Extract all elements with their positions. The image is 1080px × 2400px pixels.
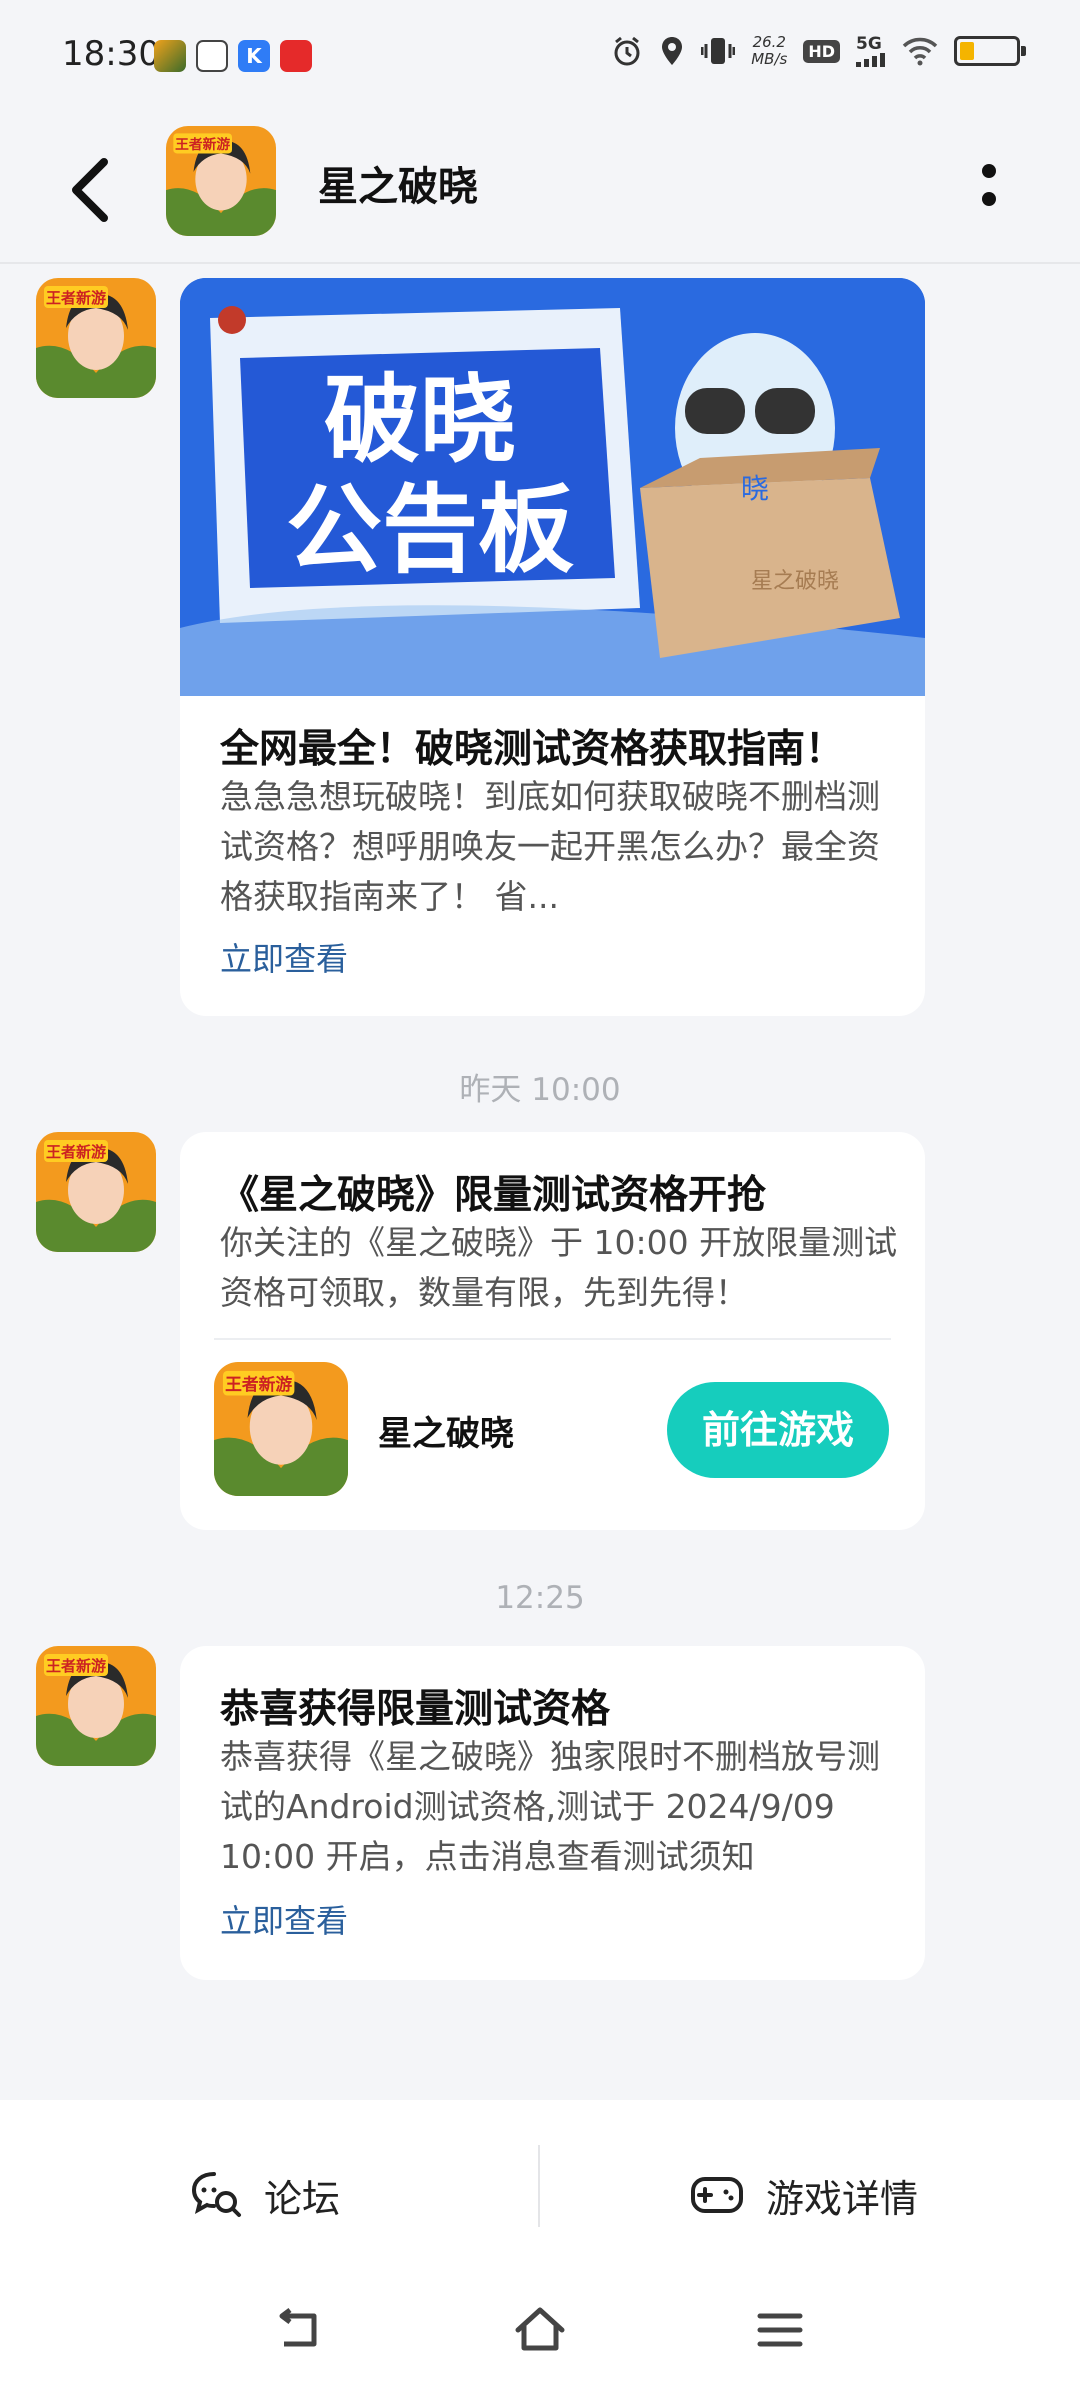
nav-home-button[interactable] <box>512 2302 568 2358</box>
view-now-link[interactable]: 立即查看 <box>220 1896 348 1942</box>
svg-text:破晓: 破晓 <box>324 364 516 476</box>
announcement-banner: 破晓 公告板 晓 星之破晓 <box>180 278 925 696</box>
vibrate-icon <box>701 38 736 64</box>
dot <box>982 164 996 178</box>
forum-label: 论坛 <box>264 2176 341 2221</box>
message-body: 恭喜获得《星之破晓》独家限时不删档放号测试的Android测试资格,测试于 20… <box>220 1737 880 1876</box>
hd-badge: HD <box>803 39 840 63</box>
game-avatar[interactable]: 王者新游 <box>166 126 276 236</box>
congrats-card[interactable]: 恭喜获得限量测试资格 恭喜获得《星之破晓》独家限时不删档放号测试的Android… <box>180 1646 925 1980</box>
alarm-icon <box>614 36 640 66</box>
game-name: 星之破晓 <box>378 1414 514 1454</box>
home-icon <box>515 2307 565 2351</box>
game-icon[interactable]: 王者新游 <box>214 1362 348 1496</box>
message-timestamp: 12:25 <box>495 1580 585 1616</box>
forum-icon <box>191 2172 241 2217</box>
page-title: 星之破晓 <box>318 164 478 210</box>
svg-text:星之破晓: 星之破晓 <box>751 569 839 594</box>
dot <box>982 192 996 206</box>
game-details-button[interactable]: 游戏详情 <box>690 2160 918 2230</box>
signal-bars-icon <box>856 53 885 67</box>
nav-menu-button[interactable] <box>752 2302 808 2358</box>
message-title: 《星之破晓》限量测试资格开抢 <box>220 1173 767 1218</box>
message-body: 你关注的《星之破晓》于 10:00 开放限量测试资格可领取，数量有限，先到先得！ <box>220 1223 898 1312</box>
announcement-card[interactable]: 破晓 公告板 晓 星之破晓 全网最全！破晓测试资格获取指南！ 急急急想玩破晓！到… <box>180 278 925 1016</box>
svg-text:公告板: 公告板 <box>286 474 574 586</box>
status-indicators: 26.2 MB/s HD 5G <box>611 33 1026 68</box>
status-bar: 18:30 K 26.2 MB/s HD 5G <box>0 0 1080 110</box>
game-app-icon <box>154 40 186 72</box>
svg-text:晓: 晓 <box>741 472 769 505</box>
svg-text:王者新游: 王者新游 <box>225 1374 292 1394</box>
svg-text:王者新游: 王者新游 <box>46 1657 106 1675</box>
nav-back-icon <box>279 2308 317 2347</box>
wifi-icon <box>902 37 938 66</box>
chat-header: 王者新游 星之破晓 <box>0 110 1080 264</box>
message-title: 恭喜获得限量测试资格 <box>220 1687 611 1732</box>
card-divider <box>214 1338 891 1340</box>
view-now-link[interactable]: 立即查看 <box>220 934 348 980</box>
back-button[interactable] <box>62 150 122 230</box>
back-arrow-icon <box>72 158 108 222</box>
menu-icon <box>757 2313 803 2347</box>
svg-text:王者新游: 王者新游 <box>46 289 106 307</box>
sender-avatar[interactable]: 王者新游 <box>36 1132 156 1252</box>
cellular-signal: 5G <box>856 35 886 67</box>
more-options-button[interactable] <box>975 158 1005 214</box>
battery-icon <box>954 36 1026 66</box>
sender-avatar[interactable]: 王者新游 <box>36 278 156 398</box>
bottom-divider <box>538 2145 540 2227</box>
gamepad-icon <box>691 2177 743 2213</box>
sender-avatar[interactable]: 王者新游 <box>36 1646 156 1766</box>
message-title: 全网最全！破晓测试资格获取指南！ <box>220 727 845 772</box>
message-body: 急急急想玩破晓！到底如何获取破晓不删档测试资格？想呼朋唤友一起开黑怎么办？最全资… <box>220 777 880 916</box>
test-qualification-card[interactable]: 《星之破晓》限量测试资格开抢 你关注的《星之破晓》于 10:00 开放限量测试资… <box>180 1132 925 1530</box>
forum-button[interactable]: 论坛 <box>190 2160 340 2230</box>
link-app-icon <box>196 40 228 72</box>
game-details-label: 游戏详情 <box>766 2176 919 2221</box>
k-app-icon: K <box>238 40 270 72</box>
location-icon <box>662 37 683 65</box>
notification-icons: K <box>154 40 312 72</box>
red-app-icon <box>280 40 312 72</box>
go-to-game-button[interactable]: 前往游戏 <box>667 1382 889 1478</box>
svg-text:王者新游: 王者新游 <box>46 1143 106 1161</box>
nav-back-button[interactable] <box>272 2302 328 2358</box>
status-time: 18:30 <box>62 34 160 74</box>
message-timestamp: 昨天 10:00 <box>459 1072 621 1108</box>
network-speed: 26.2 MB/s <box>751 33 788 68</box>
svg-text:王者新游: 王者新游 <box>175 136 230 153</box>
